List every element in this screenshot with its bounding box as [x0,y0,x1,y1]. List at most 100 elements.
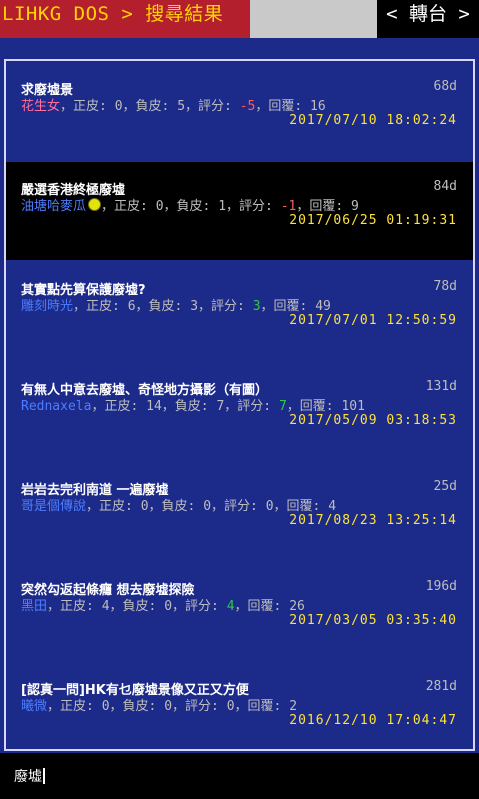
meta-sep: ， [234,699,248,714]
score-label: 評分: [239,199,273,214]
reply-count: 49 [315,299,331,314]
dislike-count: 0 [203,499,212,514]
meta-sep: ， [172,699,186,714]
topic-timestamp: 2017/08/23 13:25:14 [289,513,457,528]
meta-sep: ， [296,199,310,214]
meta-sep: ， [47,699,61,714]
replies-label: 回覆: [273,299,308,314]
topic-timestamp: 2017/05/09 03:18:53 [289,413,457,428]
username-link[interactable]: 曦微 [21,699,47,714]
like-count: 0 [101,699,110,714]
search-query: 廢墟 [14,769,42,785]
score-label: 評分: [224,499,258,514]
meta-sep: ， [172,599,186,614]
like-label: 正皮: [73,99,107,114]
username-link[interactable]: 哥是個傳說 [21,499,86,514]
replies-label: 回覆: [268,99,303,114]
topic-meta: 油塘哈麥瓜 ，正皮: 0，負皮: 1，評分: -1，回覆: 9 [21,195,359,214]
replies-label: 回覆: [309,199,344,214]
score-label: 評分: [198,99,232,114]
dislike-label: 負皮: [135,99,170,114]
dislike-count: 5 [177,99,186,114]
like-count: 4 [101,599,110,614]
dislike-count: 3 [190,299,199,314]
meta-sep: ， [148,499,162,514]
topic-row[interactable]: 其實點先算保護廢墟? 78d 雕刻時光，正皮: 6，負皮: 3，評分: 3，回覆: … [6,262,473,360]
reply-count: 9 [351,199,359,214]
meta-sep: ， [47,599,61,614]
meta-sep: ， [161,399,175,414]
score-value: 4 [226,599,235,614]
score-value: 3 [252,299,261,314]
replies-label: 回覆: [286,499,321,514]
meta-sep: ， [86,499,100,514]
like-label: 正皮: [104,399,139,414]
page-title: LIHKG DOS > 搜尋結果 [0,0,250,38]
topic-age: 68d [433,79,457,94]
topic-row[interactable]: 突然勾返起條癮 想去廢墟探險 196d 黑田，正皮: 4，負皮: 0，評分: 4，回… [6,562,473,660]
dislike-label: 負皮: [148,299,183,314]
topic-age: 78d [433,279,457,294]
topic-timestamp: 2017/03/05 03:35:40 [289,613,457,628]
topic-age: 131d [425,379,457,394]
topic-row[interactable]: 岩岩去完利南道 一遍廢墟 25d 哥是個傳說，正皮: 0，負皮: 0，評分: 0，回… [6,462,473,560]
meta-sep: ， [91,399,105,414]
username-link[interactable]: 黑田 [21,599,47,614]
meta-sep: ， [273,499,287,514]
score-value: 0 [226,699,235,714]
dislike-label: 負皮: [122,699,157,714]
like-count: 6 [127,299,136,314]
reply-count: 101 [341,399,365,414]
topic-age: 196d [425,579,457,594]
meta-sep: ， [234,599,248,614]
topic-meta: Rednaxela，正皮: 14，負皮: 7，評分: 7，回覆: 101 [21,395,365,414]
username-link[interactable]: 油塘哈麥瓜 [21,199,86,214]
topic-row[interactable]: [認真一問]HK有乜廢墟景像又正又方便 281d 曦微，正皮: 0，負皮: 0，評分… [6,662,473,760]
like-count: 0 [114,99,123,114]
topic-row[interactable]: 嚴選香港終極廢墟 84d 油塘哈麥瓜 ，正皮: 0，負皮: 1，評分: -1，回覆: … [6,162,473,260]
title-spacer [250,0,377,38]
dislike-label: 負皮: [174,399,209,414]
topic-age: 25d [433,479,457,494]
meta-sep: ， [198,299,212,314]
topic-meta: 曦微，正皮: 0，負皮: 0，評分: 0，回覆: 2 [21,695,297,714]
meta-sep: ， [60,99,74,114]
replies-label: 回覆: [247,699,282,714]
username-link[interactable]: 花生女 [21,99,60,114]
like-label: 正皮: [99,499,133,514]
score-value: 0 [265,499,274,514]
topic-timestamp: 2017/06/25 01:19:31 [289,213,457,228]
score-value: -1 [280,199,297,214]
score-label: 評分: [185,599,219,614]
dislike-count: 0 [164,599,173,614]
topic-meta: 雕刻時光，正皮: 6，負皮: 3，評分: 3，回覆: 49 [21,295,331,314]
topic-timestamp: 2017/07/10 18:02:24 [289,113,457,128]
like-count: 0 [155,199,164,214]
text-caret [43,768,45,784]
topic-age: 84d [433,179,457,194]
like-label: 正皮: [60,599,94,614]
like-count: 0 [140,499,149,514]
score-label: 評分: [237,399,272,414]
meta-sep: ， [185,99,199,114]
top-bar: LIHKG DOS > 搜尋結果 < 轉台 > [0,0,479,38]
switch-channel-button[interactable]: < 轉台 > [377,0,479,38]
reply-count: 26 [289,599,305,614]
reply-count: 2 [289,699,298,714]
username-link[interactable]: Rednaxela [21,399,91,414]
topic-timestamp: 2017/07/01 12:50:59 [289,313,457,328]
meta-sep: ， [255,99,269,114]
meta-sep: ， [101,199,115,214]
meta-sep: ， [109,599,123,614]
reply-count: 4 [328,499,337,514]
meta-sep: ， [260,299,274,314]
dislike-label: 負皮: [122,599,157,614]
meta-sep: ， [211,499,225,514]
replies-label: 回覆: [299,399,334,414]
meta-sep: ， [226,199,240,214]
topic-row[interactable]: 有無人中意去廢墟、奇怪地方攝影（有圖） 131d Rednaxela，正皮: 14，… [6,362,473,460]
username-link[interactable]: 雕刻時光 [21,299,73,314]
search-input[interactable]: 廢墟 [14,766,45,786]
topic-row[interactable]: 求廢墟景 68d 花生女，正皮: 0，負皮: 5，評分: -5，回覆: 16 2017… [6,62,473,160]
meta-sep: ， [122,99,136,114]
